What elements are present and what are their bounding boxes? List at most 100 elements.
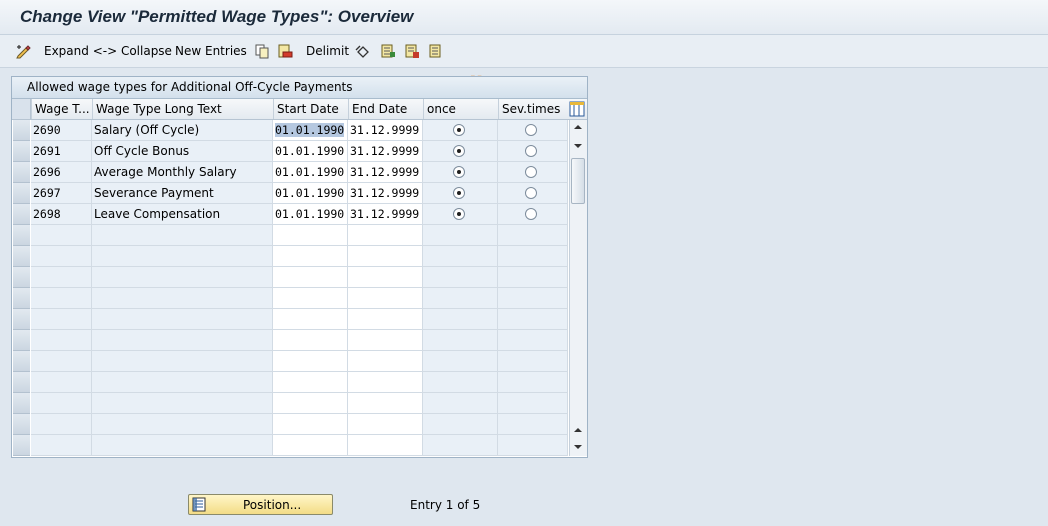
end-date-field[interactable] [348,288,423,309]
start-date-field[interactable]: 01.01.1990 [273,162,348,183]
select-all-rows-handle[interactable] [12,99,31,119]
scroll-down-icon[interactable] [573,442,583,452]
once-radio[interactable] [452,124,465,136]
table-row: 2690 Salary (Off Cycle) 01.01.1990 31.12.99… [12,120,568,141]
once-radio[interactable] [452,145,465,157]
select-all-icon[interactable] [380,43,396,59]
start-date-field[interactable]: 01.01.1990 [273,183,348,204]
undo-icon[interactable] [355,43,371,59]
row-selector[interactable] [13,393,30,414]
sev-times-radio[interactable] [525,187,537,199]
end-date-field[interactable] [348,393,423,414]
row-selector[interactable] [13,288,30,309]
column-header-once[interactable]: once [423,99,498,119]
end-date-field[interactable] [348,330,423,351]
row-selector[interactable] [13,330,30,351]
cell-wage-type [31,330,92,351]
row-selector[interactable] [13,351,30,372]
cell-long-text [92,435,273,456]
end-date-field[interactable]: 31.12.9999 [348,141,423,162]
end-date-field[interactable] [348,414,423,435]
row-selector[interactable] [13,372,30,393]
deselect-all-icon[interactable] [428,43,444,59]
start-date-field[interactable] [273,267,348,288]
entry-counter: Entry 1 of 5 [410,498,481,512]
cell-long-text [92,393,273,414]
select-block-icon[interactable] [404,43,420,59]
column-header-long-text[interactable]: Wage Type Long Text [92,99,273,119]
table-row [12,246,568,267]
start-date-field[interactable] [273,372,348,393]
row-selector[interactable] [13,414,30,435]
row-selector[interactable] [13,183,30,204]
cell-wage-type [31,435,92,456]
expand-collapse-button[interactable]: Expand <-> Collapse [44,35,172,67]
cell-sev_times [498,288,568,309]
sev-times-radio[interactable] [525,124,537,136]
row-selector[interactable] [13,309,30,330]
row-selector[interactable] [13,435,30,456]
delimit-button[interactable]: Delimit [306,35,349,67]
start-date-field[interactable] [273,330,348,351]
cell-long-text: Leave Compensation [92,204,273,225]
row-selector[interactable] [13,120,30,141]
sev-times-radio[interactable] [525,145,537,157]
row-selector[interactable] [13,162,30,183]
cell-once [423,351,498,372]
start-date-field[interactable]: 01.01.1990 [273,204,348,225]
scroll-up-icon[interactable] [573,122,583,132]
end-date-field[interactable]: 31.12.9999 [348,162,423,183]
end-date-field[interactable] [348,435,423,456]
end-date-field[interactable]: 31.12.9999 [348,204,423,225]
start-date-field[interactable] [273,351,348,372]
start-date-field[interactable]: 01.01.1990 [273,141,348,162]
start-date-field[interactable] [273,246,348,267]
edit-toggle-icon[interactable] [15,43,31,59]
cell-once [423,288,498,309]
cell-wage-type [31,309,92,330]
sev-times-radio[interactable] [525,208,537,220]
start-date-field[interactable] [273,414,348,435]
sev-times-radio[interactable] [525,166,537,178]
scroll-page-up-icon[interactable] [573,141,583,151]
scroll-page-down-icon[interactable] [573,425,583,435]
column-header-end-date[interactable]: End Date [348,99,423,119]
end-date-field[interactable] [348,372,423,393]
once-radio[interactable] [452,166,465,178]
end-date-field[interactable] [348,267,423,288]
delete-icon[interactable] [277,43,293,59]
start-date-field[interactable] [273,435,348,456]
vertical-scrollbar[interactable] [569,120,587,456]
column-header-sev-times[interactable]: Sev.times [498,99,568,119]
position-button[interactable]: Position... [188,494,333,515]
column-header-start-date[interactable]: Start Date [273,99,348,119]
row-selector[interactable] [13,204,30,225]
cell-long-text [92,309,273,330]
scroll-thumb[interactable] [571,158,585,204]
start-date-field[interactable] [273,309,348,330]
end-date-field[interactable] [348,351,423,372]
row-selector[interactable] [13,267,30,288]
once-radio[interactable] [452,187,465,199]
new-entries-button[interactable]: New Entries [175,35,247,67]
row-selector[interactable] [13,225,30,246]
end-date-field[interactable] [348,225,423,246]
cell-wage-type [31,225,92,246]
row-selector[interactable] [13,246,30,267]
cell-long-text [92,246,273,267]
cell-long-text [92,288,273,309]
copy-icon[interactable] [254,43,270,59]
start-date-field[interactable] [273,393,348,414]
table-settings-icon[interactable] [569,101,585,117]
start-date-field[interactable] [273,288,348,309]
once-radio[interactable] [452,208,465,220]
end-date-field[interactable]: 31.12.9999 [348,120,423,141]
end-date-field[interactable]: 31.12.9999 [348,183,423,204]
row-selector[interactable] [13,141,30,162]
end-date-field[interactable] [348,246,423,267]
column-header-wage-type[interactable]: Wage T... [31,99,92,119]
start-date-field[interactable]: 01.01.1990 [273,120,348,141]
start-date-field[interactable] [273,225,348,246]
end-date-field[interactable] [348,309,423,330]
table-row [12,267,568,288]
